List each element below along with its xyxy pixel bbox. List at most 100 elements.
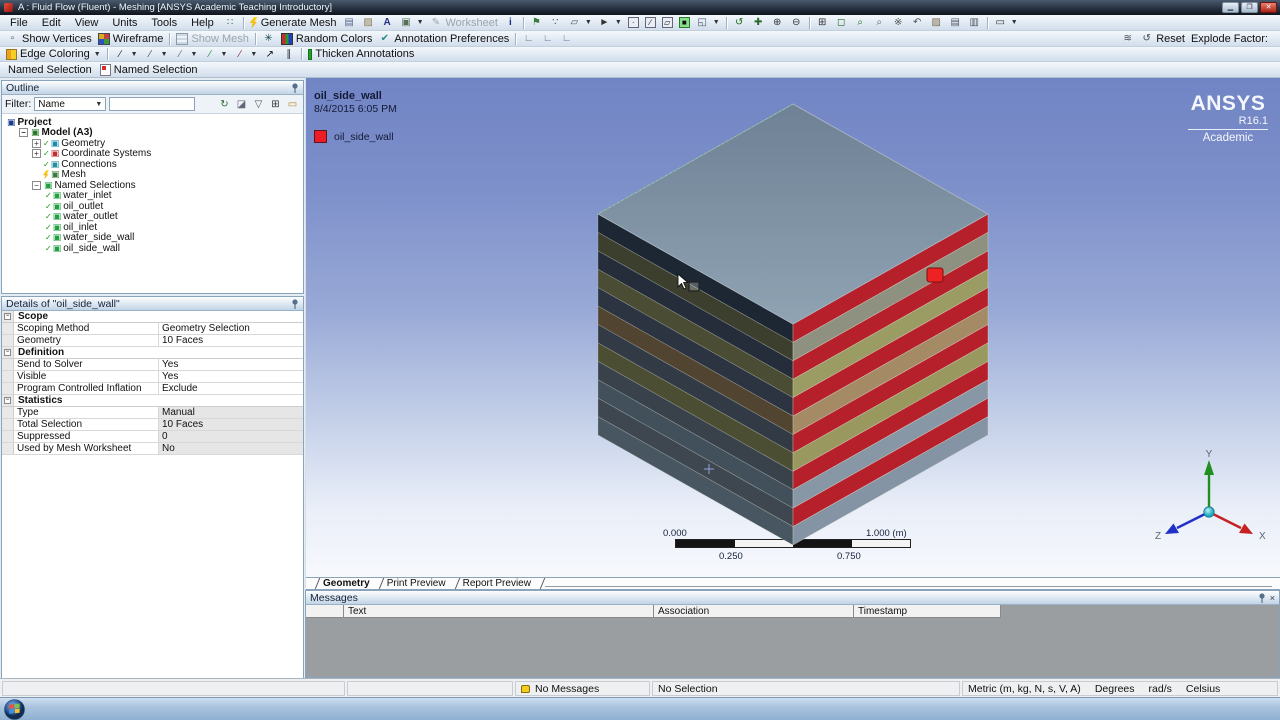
messages-column-association[interactable]: Association: [654, 605, 854, 618]
view-adjust-button[interactable]: ※: [889, 16, 908, 30]
tree-item-oil-inlet[interactable]: ✓▣oil_inlet: [2, 222, 303, 233]
tree-item-oil-side-wall[interactable]: ✓▣oil_side_wall: [2, 243, 303, 254]
pin-icon[interactable]: [1258, 593, 1266, 603]
tree-item-coordinate-systems[interactable]: +✓▣Coordinate Systems: [2, 149, 303, 160]
tree-item-named-selections[interactable]: −▣Named Selections: [2, 180, 303, 191]
details-row-program-controlled-inflation[interactable]: Program Controlled InflationExclude: [2, 383, 303, 395]
expand-icon[interactable]: +: [32, 139, 41, 148]
zoom-out-button[interactable]: ⊖: [787, 16, 806, 30]
image-capture-button[interactable]: ▨: [927, 16, 946, 30]
refresh-icon[interactable]: ↻: [217, 97, 232, 111]
thicken-button[interactable]: Thicken Annotations: [305, 47, 417, 61]
details-value[interactable]: Geometry Selection: [159, 323, 303, 334]
close-button[interactable]: ✕: [1260, 2, 1277, 13]
close-icon[interactable]: ×: [1270, 593, 1275, 603]
messages-body[interactable]: [306, 618, 1279, 679]
tree-item-mesh[interactable]: ▣Mesh: [2, 170, 303, 181]
orientation-triad[interactable]: Y X Z: [1151, 446, 1280, 571]
expand-all-icon[interactable]: ⊞: [268, 97, 283, 111]
pan-button[interactable]: ✚: [749, 16, 768, 30]
menu-help[interactable]: Help: [184, 16, 221, 30]
tree-item-water-side-wall[interactable]: ✓▣water_side_wall: [2, 233, 303, 244]
select-face-button[interactable]: ▱: [659, 16, 676, 30]
edge-style-5-button[interactable]: ∕▼: [230, 47, 260, 61]
minimize-button[interactable]: ▁: [1222, 2, 1239, 13]
pin-icon[interactable]: [291, 299, 299, 309]
zoom-box-button[interactable]: ⊞: [813, 16, 832, 30]
expand-icon[interactable]: +: [32, 149, 41, 158]
edge-style-3-button[interactable]: ∕▼: [171, 47, 201, 61]
select-cursor-button[interactable]: ►▼: [595, 16, 625, 30]
reset-button[interactable]: ↺Reset: [1137, 32, 1188, 46]
figure-button[interactable]: ▣▼: [397, 16, 427, 30]
info-cursor-button[interactable]: i: [501, 16, 520, 30]
details-value[interactable]: 10 Faces: [159, 335, 303, 346]
menu-edit[interactable]: Edit: [35, 16, 68, 30]
explode-factor--button[interactable]: Explode Factor:: [1188, 32, 1271, 46]
edge-coloring-button[interactable]: Edge Coloring▼: [3, 47, 104, 61]
restore-button[interactable]: ❐: [1241, 2, 1258, 13]
clear-filter-icon[interactable]: ◪: [234, 97, 249, 111]
tree-item-connections[interactable]: ✓▣Connections: [2, 159, 303, 170]
zoom-fit-button[interactable]: ◻: [832, 16, 851, 30]
details-value[interactable]: 0: [159, 431, 303, 442]
axis-view-2-button[interactable]: ∟: [538, 32, 557, 46]
details-row-used-by-mesh-worksheet[interactable]: Used by Mesh WorksheetNo: [2, 443, 303, 455]
lightning-button[interactable]: Generate Mesh: [247, 16, 340, 30]
move-dots-button[interactable]: ∷: [221, 16, 240, 30]
viewports-button[interactable]: ▥: [965, 16, 984, 30]
tree-item-geometry[interactable]: +✓▣Geometry: [2, 138, 303, 149]
x-axis-arrow[interactable]: [1239, 524, 1253, 535]
details-row-total-selection[interactable]: Total Selection10 Faces: [2, 419, 303, 431]
details-row-send-to-solver[interactable]: Send to SolverYes: [2, 359, 303, 371]
viewport-layout-button[interactable]: ▭▼: [991, 16, 1021, 30]
named-selection-button[interactable]: Named Selection: [97, 63, 201, 77]
extend-selection-button[interactable]: ◱▼: [693, 16, 723, 30]
tree-item-model-a3-[interactable]: −▣Model (A3): [2, 128, 303, 139]
tab-print-preview[interactable]: Print Preview: [382, 578, 451, 589]
menu-file[interactable]: File: [3, 16, 35, 30]
show-vertices-button[interactable]: ▫Show Vertices: [3, 32, 95, 46]
collapse-icon[interactable]: −: [19, 128, 28, 137]
filter-mode-select[interactable]: Name ▼: [34, 97, 106, 111]
y-axis-arrow[interactable]: [1204, 460, 1214, 475]
flow-filter-icon[interactable]: ▽: [251, 97, 266, 111]
details-value[interactable]: Yes: [159, 359, 303, 370]
menu-tools[interactable]: Tools: [144, 16, 184, 30]
edge-style-2-button[interactable]: ∕▼: [141, 47, 171, 61]
details-category-statistics[interactable]: −Statistics: [2, 395, 303, 407]
tab-geometry[interactable]: Geometry: [318, 578, 375, 589]
magnify-button[interactable]: ⌕: [851, 16, 870, 30]
collapse-icon[interactable]: −: [4, 397, 11, 404]
details-row-type[interactable]: TypeManual: [2, 407, 303, 419]
details-category-definition[interactable]: −Definition: [2, 347, 303, 359]
details-value[interactable]: No: [159, 443, 303, 454]
messages-column-text[interactable]: Text: [344, 605, 654, 618]
annotation-preferences-button[interactable]: ✔Annotation Preferences: [375, 32, 512, 46]
axis-view-1-button[interactable]: ∟: [519, 32, 538, 46]
z-axis-arrow[interactable]: [1165, 524, 1179, 535]
details-value[interactable]: 10 Faces: [159, 419, 303, 430]
status-messages[interactable]: No Messages: [515, 681, 650, 696]
snapshot-button[interactable]: ▨: [359, 16, 378, 30]
messages-column-timestamp[interactable]: Timestamp: [854, 605, 1001, 618]
details-row-scoping-method[interactable]: Scoping MethodGeometry Selection: [2, 323, 303, 335]
random-colors-button[interactable]: Random Colors: [278, 32, 375, 46]
details-row-geometry[interactable]: Geometry10 Faces: [2, 335, 303, 347]
details-row-visible[interactable]: VisibleYes: [2, 371, 303, 383]
pin-icon[interactable]: [291, 83, 299, 93]
axis-view-3-button[interactable]: ∟: [557, 32, 576, 46]
select-vertex-button[interactable]: ·: [625, 16, 642, 30]
details-row-suppressed[interactable]: Suppressed0: [2, 431, 303, 443]
zoom-in-button[interactable]: ⊕: [768, 16, 787, 30]
details-value[interactable]: Exclude: [159, 383, 303, 394]
details-value[interactable]: Yes: [159, 371, 303, 382]
label-a-button[interactable]: A: [378, 16, 397, 30]
details-category-scope[interactable]: −Scope: [2, 311, 303, 323]
model-cube[interactable]: [306, 78, 1280, 577]
select-edge-button[interactable]: ∕: [642, 16, 659, 30]
tree-item-water-outlet[interactable]: ✓▣water_outlet: [2, 212, 303, 223]
filter-tag-button[interactable]: ⚑: [527, 16, 546, 30]
rotate-button[interactable]: ↺: [730, 16, 749, 30]
mesh-star-button[interactable]: ✳: [259, 32, 278, 46]
